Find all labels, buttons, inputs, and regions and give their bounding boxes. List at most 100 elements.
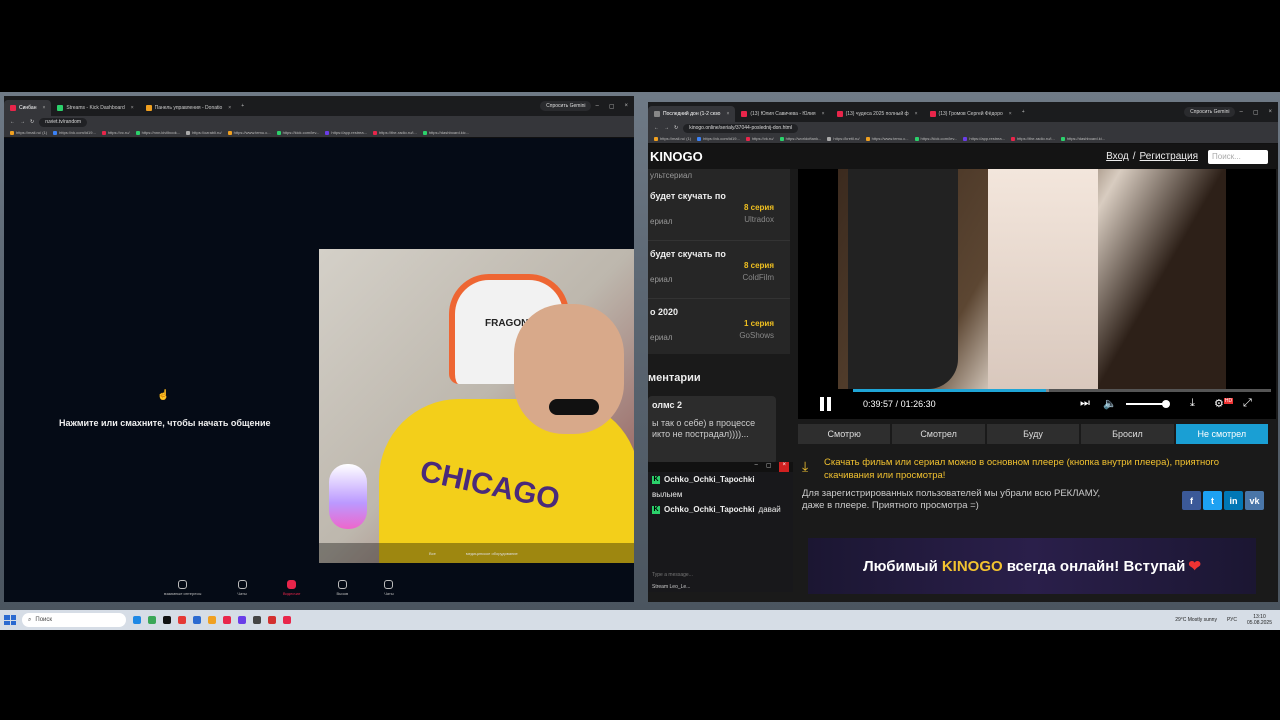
bookmark-item[interactable]: https://ozrabli.ru/ [186, 130, 222, 135]
linkedin-icon[interactable]: in [1224, 491, 1243, 510]
bookmark-item[interactable]: https://mail.ru/ (1) [10, 130, 47, 135]
list-item[interactable]: будет скучать по ериал 8 серия ColdFilm [648, 241, 790, 299]
taskbar-app-icon[interactable] [193, 616, 201, 624]
close-icon[interactable]: × [915, 111, 918, 117]
reload-icon[interactable]: ↻ [30, 119, 34, 125]
bookmark-item[interactable]: https://vc.ru/ [101, 130, 130, 135]
list-item[interactable]: о 2020 ериал 1 серия GoShows [648, 299, 790, 357]
forward-icon[interactable]: → [20, 119, 25, 125]
close-icon[interactable]: × [726, 111, 729, 117]
site-logo[interactable]: KINOGO [650, 149, 703, 164]
minimize-icon[interactable]: – [754, 462, 757, 472]
taskbar-app-icon[interactable] [238, 616, 246, 624]
taskbar-app-icon[interactable] [208, 616, 216, 624]
bookmark-item[interactable]: https://dashboard.kic... [422, 130, 469, 135]
start-hint[interactable]: Нажмите или смахните, чтобы начать общен… [59, 418, 271, 428]
close-window-icon[interactable]: × [1268, 109, 1272, 116]
tab-2[interactable]: (13) чудеса 2025 полный ф × [831, 106, 924, 122]
fullscreen-icon[interactable]: ⤢ [1243, 397, 1252, 410]
back-icon[interactable]: ← [10, 119, 15, 125]
nav-chats-2[interactable]: Чаты [384, 580, 394, 596]
chat-input[interactable]: Type a message... [652, 572, 789, 582]
nav-videochat[interactable]: Видеочат [283, 580, 301, 596]
bookmark-item[interactable]: https://the-radio.ru/i... [372, 130, 417, 135]
url-field[interactable]: kinogo.online/serialy/37044-poslednij-do… [683, 123, 799, 133]
reload-icon[interactable]: ↻ [674, 125, 678, 131]
taskbar-search[interactable]: ⌕ Поиск [22, 613, 126, 627]
next-icon[interactable]: ⏭ [1080, 397, 1090, 410]
taskbar-app-icon[interactable] [148, 616, 156, 624]
windows-start-icon[interactable] [4, 615, 16, 625]
status-watched[interactable]: Смотрел [892, 424, 985, 444]
bookmark-item[interactable]: https://the-radio.ru/i... [1010, 136, 1055, 141]
pause-icon[interactable] [820, 397, 834, 411]
tab-2[interactable]: Панель управления - Donatio × [140, 100, 238, 116]
close-window-icon[interactable]: × [624, 103, 628, 110]
close-icon[interactable]: × [131, 105, 134, 111]
gemini-button[interactable]: Спросить Gemini [540, 101, 592, 111]
close-icon[interactable]: × [228, 105, 231, 111]
progress-bar[interactable] [853, 389, 1271, 392]
maximize-icon[interactable]: ▢ [1253, 109, 1259, 116]
bookmark-item[interactable]: https://worldoftank... [779, 136, 821, 141]
comment-card[interactable]: олмс 2 ы так о себе) в процессе икто не … [648, 396, 776, 464]
list-item[interactable]: будет скучать по ериал 8 серия Ultradox [648, 183, 790, 241]
bookmark-item[interactable]: https://kick.com/lev... [914, 136, 957, 141]
bookmark-item[interactable]: https://www.temu.c... [227, 130, 271, 135]
taskbar-app-icon[interactable] [133, 616, 141, 624]
weather[interactable]: 29°C Mostly sunny [1175, 617, 1217, 623]
taskbar-app-icon[interactable] [283, 616, 291, 624]
volume-knob[interactable] [1161, 400, 1170, 408]
bookmark-item[interactable]: https://app.restrea... [963, 136, 1005, 141]
bookmark-item[interactable]: https://mail.ru/ (1) [654, 136, 691, 141]
bookmark-item[interactable]: https://app.restrea... [325, 130, 367, 135]
tab-3[interactable]: (13) Громов Сергей Фёдоро × [924, 106, 1018, 122]
nav-interests[interactable]: взаимные интересы [164, 580, 201, 596]
clock[interactable]: 13:10 05.08.2025 [1247, 614, 1272, 626]
back-icon[interactable]: ← [654, 125, 659, 131]
bookmark-item[interactable]: https://kick.com/lev... [276, 130, 319, 135]
vk-icon[interactable]: vk [1245, 491, 1264, 510]
bookmark-item[interactable]: https://dashboard.ki... [1060, 136, 1105, 141]
promo-banner[interactable]: Любимый KINOGO всегда онлайн! Вступай ❤ [808, 538, 1256, 594]
login-link[interactable]: Вход [1106, 151, 1129, 162]
bookmark-item[interactable]: https://vk.com/id19... [53, 130, 96, 135]
bookmark-item[interactable]: https://nnn.kivilbook... [135, 130, 180, 135]
language[interactable]: РУС [1227, 617, 1237, 623]
close-icon[interactable]: × [42, 105, 45, 111]
url-field[interactable]: ruviet.tv/random [39, 117, 88, 127]
forward-icon[interactable]: → [664, 125, 669, 131]
maximize-icon[interactable]: ▢ [609, 103, 615, 110]
tab-1[interactable]: Streams - Kick Dashboard × [51, 100, 139, 116]
download-icon[interactable]: ⤓ [1190, 397, 1195, 410]
new-tab-button[interactable]: + [241, 103, 244, 109]
settings-icon[interactable]: ⚙HD [1214, 397, 1234, 410]
status-watching[interactable]: Смотрю [798, 424, 891, 444]
taskbar-app-icon[interactable] [178, 616, 186, 624]
status-planned[interactable]: Буду [986, 424, 1080, 444]
taskbar-app-icon[interactable] [163, 616, 171, 624]
volume-slider[interactable] [1126, 400, 1170, 408]
volume-icon[interactable]: 🔈 [1103, 397, 1117, 410]
facebook-icon[interactable]: f [1182, 491, 1201, 510]
minimize-icon[interactable]: – [595, 103, 598, 110]
video-player[interactable]: 0:39:57 / 01:26:30 ⏭ 🔈 ⤓ ⚙HD ⤢ [798, 169, 1276, 419]
twitter-icon[interactable]: t [1203, 491, 1222, 510]
maximize-icon[interactable]: ▢ [766, 462, 772, 472]
tab-0[interactable]: Синбан × [4, 100, 52, 116]
cam-filter-tag[interactable]: медицинское оборудование [466, 551, 518, 556]
taskbar-app-icon[interactable] [268, 616, 276, 624]
chat-user[interactable]: Ochko_Ochki_Tapochki [664, 475, 755, 484]
close-icon[interactable]: × [1009, 111, 1012, 117]
gemini-button[interactable]: Спросить Gemini [1184, 107, 1236, 117]
tab-1[interactable]: (13) Юлия Савичева - Юлия × [735, 106, 830, 122]
nav-chats[interactable]: Чаты [237, 580, 247, 596]
search-input[interactable]: Поиск... [1208, 149, 1268, 164]
minimize-icon[interactable]: – [1239, 109, 1242, 116]
chat-user[interactable]: Ochko_Ochki_Tapochki [664, 505, 755, 514]
cam-filter-all[interactable]: Все [429, 551, 436, 556]
bookmark-item[interactable]: https://www.temu.c... [865, 136, 909, 141]
taskbar-app-icon[interactable] [223, 616, 231, 624]
close-icon[interactable]: × [822, 111, 825, 117]
tab-0[interactable]: Последний дон (1-2 сезо × [648, 106, 736, 122]
